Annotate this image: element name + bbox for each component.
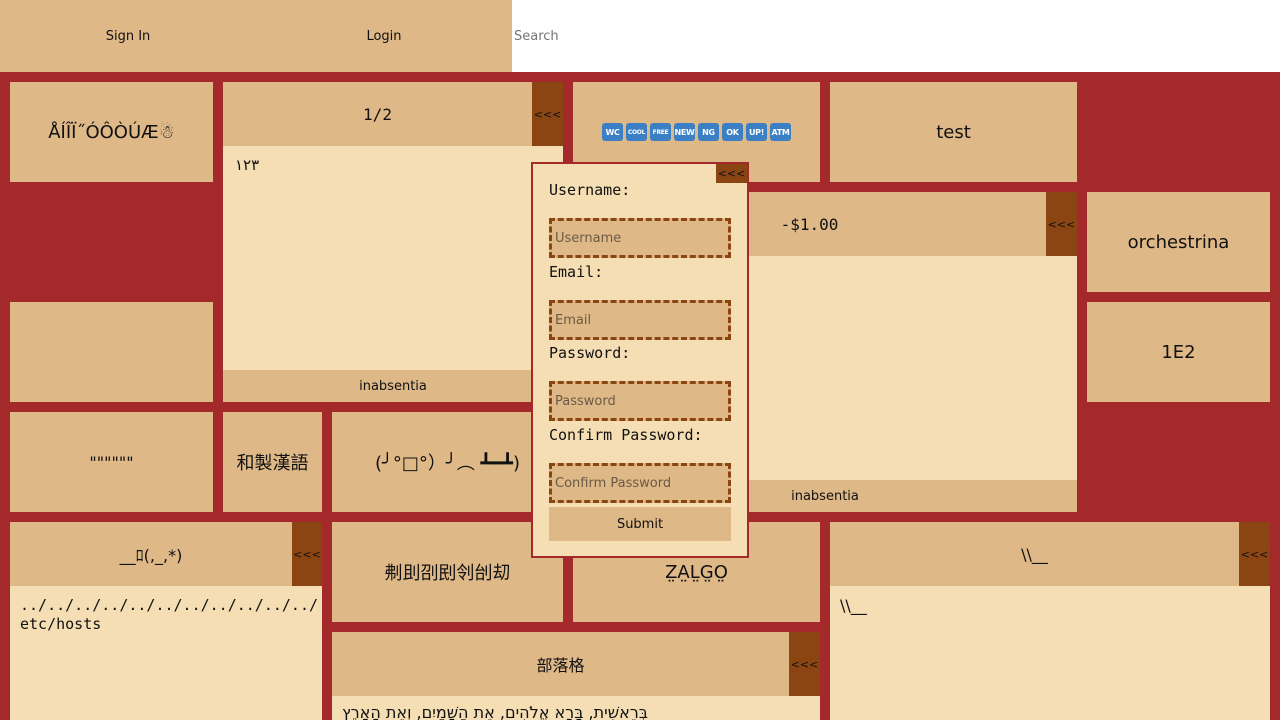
1e2-tile: 1E2 — [1087, 302, 1270, 402]
panel-5-header: 部落格 — [332, 632, 789, 696]
emoji-badge-ok-icon: OK — [722, 123, 743, 141]
quotes-tile: """""" — [10, 412, 213, 512]
panel-3-header: __ﾛ(,_,*) — [10, 522, 292, 586]
panel-3-collapse-button[interactable]: <<< — [292, 522, 322, 586]
emoji-badge-up-icon: UP! — [746, 123, 767, 141]
email-label: Email: — [549, 263, 604, 281]
password-field[interactable] — [549, 381, 731, 421]
top-bar: Sign In Login — [0, 0, 1280, 72]
cjk-chars-tile: 刜刞刟刡刢刣刧 — [332, 522, 563, 622]
wasei-kango-tile: 和製漢語 — [223, 412, 322, 512]
empty-tile — [10, 302, 213, 402]
emoji-badge-ng-icon: NG — [698, 123, 719, 141]
confirm-password-field[interactable] — [549, 463, 731, 503]
search-input[interactable] — [512, 0, 1280, 72]
emoji-badge-wc-icon: WC — [602, 123, 623, 141]
panel-1-body: ١٢٣ — [223, 146, 563, 370]
email-field[interactable] — [549, 300, 731, 340]
emoji-badge-row: WC COOL FREE NEW NG OK UP! ATM — [602, 123, 791, 141]
submit-button[interactable]: Submit — [549, 507, 731, 541]
registration-form: <<< Username: Email: Password: Confirm P… — [531, 162, 749, 558]
panel-3-body: ../../../../../../../../../../../etc/hos… — [10, 586, 322, 720]
username-field[interactable] — [549, 218, 731, 258]
panel-1-footer: inabsentia — [223, 370, 563, 402]
panel-1-header: 1/2 — [223, 82, 532, 146]
panel-5-collapse-button[interactable]: <<< — [789, 632, 820, 696]
login-button[interactable]: Login — [256, 0, 512, 72]
panel-1-collapse-button[interactable]: <<< — [532, 82, 563, 146]
form-collapse-button[interactable]: <<< — [716, 164, 747, 183]
emoji-badge-new-icon: NEW — [674, 123, 695, 141]
panel-2-collapse-button[interactable]: <<< — [1046, 192, 1077, 256]
table-flip-tile: (╯°□°）╯︵ ┻━┻) — [332, 412, 563, 512]
emoji-badge-atm-icon: ATM — [770, 123, 791, 141]
sign-in-button[interactable]: Sign In — [0, 0, 256, 72]
panel-4-collapse-button[interactable]: <<< — [1239, 522, 1270, 586]
confirm-password-label: Confirm Password: — [549, 426, 703, 444]
emoji-badge-cool-icon: COOL — [626, 123, 647, 141]
test-tile: test — [830, 82, 1077, 182]
accented-text-tile: ÅÍÎÏ˝ÓÔÒÚÆ☃ — [10, 82, 213, 182]
password-label: Password: — [549, 344, 631, 362]
panel-1-body-text: ١٢٣ — [235, 156, 260, 174]
username-label: Username: — [549, 181, 631, 199]
panel-4-body: \\__ — [830, 586, 1270, 720]
emoji-badge-free-icon: FREE — [650, 123, 671, 141]
orchestrina-tile: orchestrina — [1087, 192, 1270, 292]
panel-4-header: \\__ — [830, 522, 1239, 586]
panel-5-body: בְּרֵאשִׁית, בָּרָא אֱלֹהִים, אֵת הַשָּׁ… — [332, 696, 820, 720]
